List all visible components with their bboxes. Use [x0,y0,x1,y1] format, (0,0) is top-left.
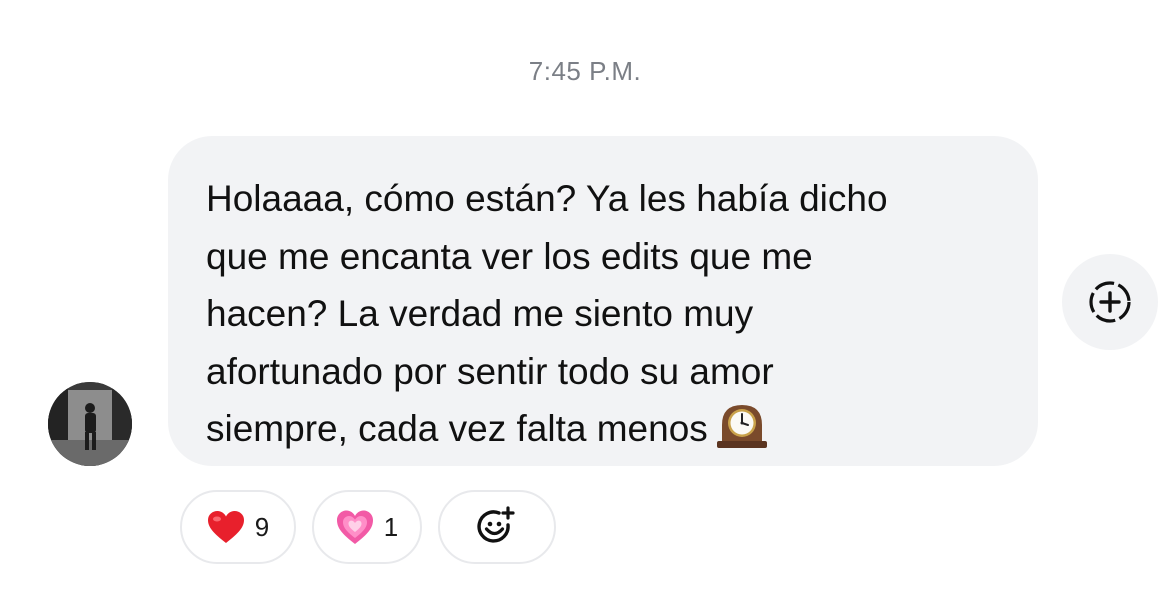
message-timestamp: 7:45 P.M. [528,56,642,86]
add-reaction-circle-icon [1089,281,1131,323]
avatar-photo [48,382,132,466]
message-text: Holaaaa, cómo están? Ya les había dicho … [206,170,998,458]
growing-heart-icon [336,510,373,544]
red-heart-icon [207,511,244,543]
message-body: Holaaaa, cómo están? Ya les había dicho … [206,178,888,449]
add-emoji-button[interactable] [438,490,556,564]
mantelpiece-clock-icon [714,401,770,449]
reaction-bar: 9 1 [180,490,556,564]
reaction-count: 1 [383,511,399,542]
reaction-chip-red-heart[interactable]: 9 [180,490,296,564]
add-reaction-button[interactable] [1062,254,1158,350]
reaction-count: 9 [254,511,270,542]
reaction-chip-growing-heart[interactable]: 1 [312,490,422,564]
message-bubble[interactable]: Holaaaa, cómo están? Ya les había dicho … [168,136,1038,466]
add-emoji-icon [477,506,515,543]
avatar[interactable] [48,382,132,466]
